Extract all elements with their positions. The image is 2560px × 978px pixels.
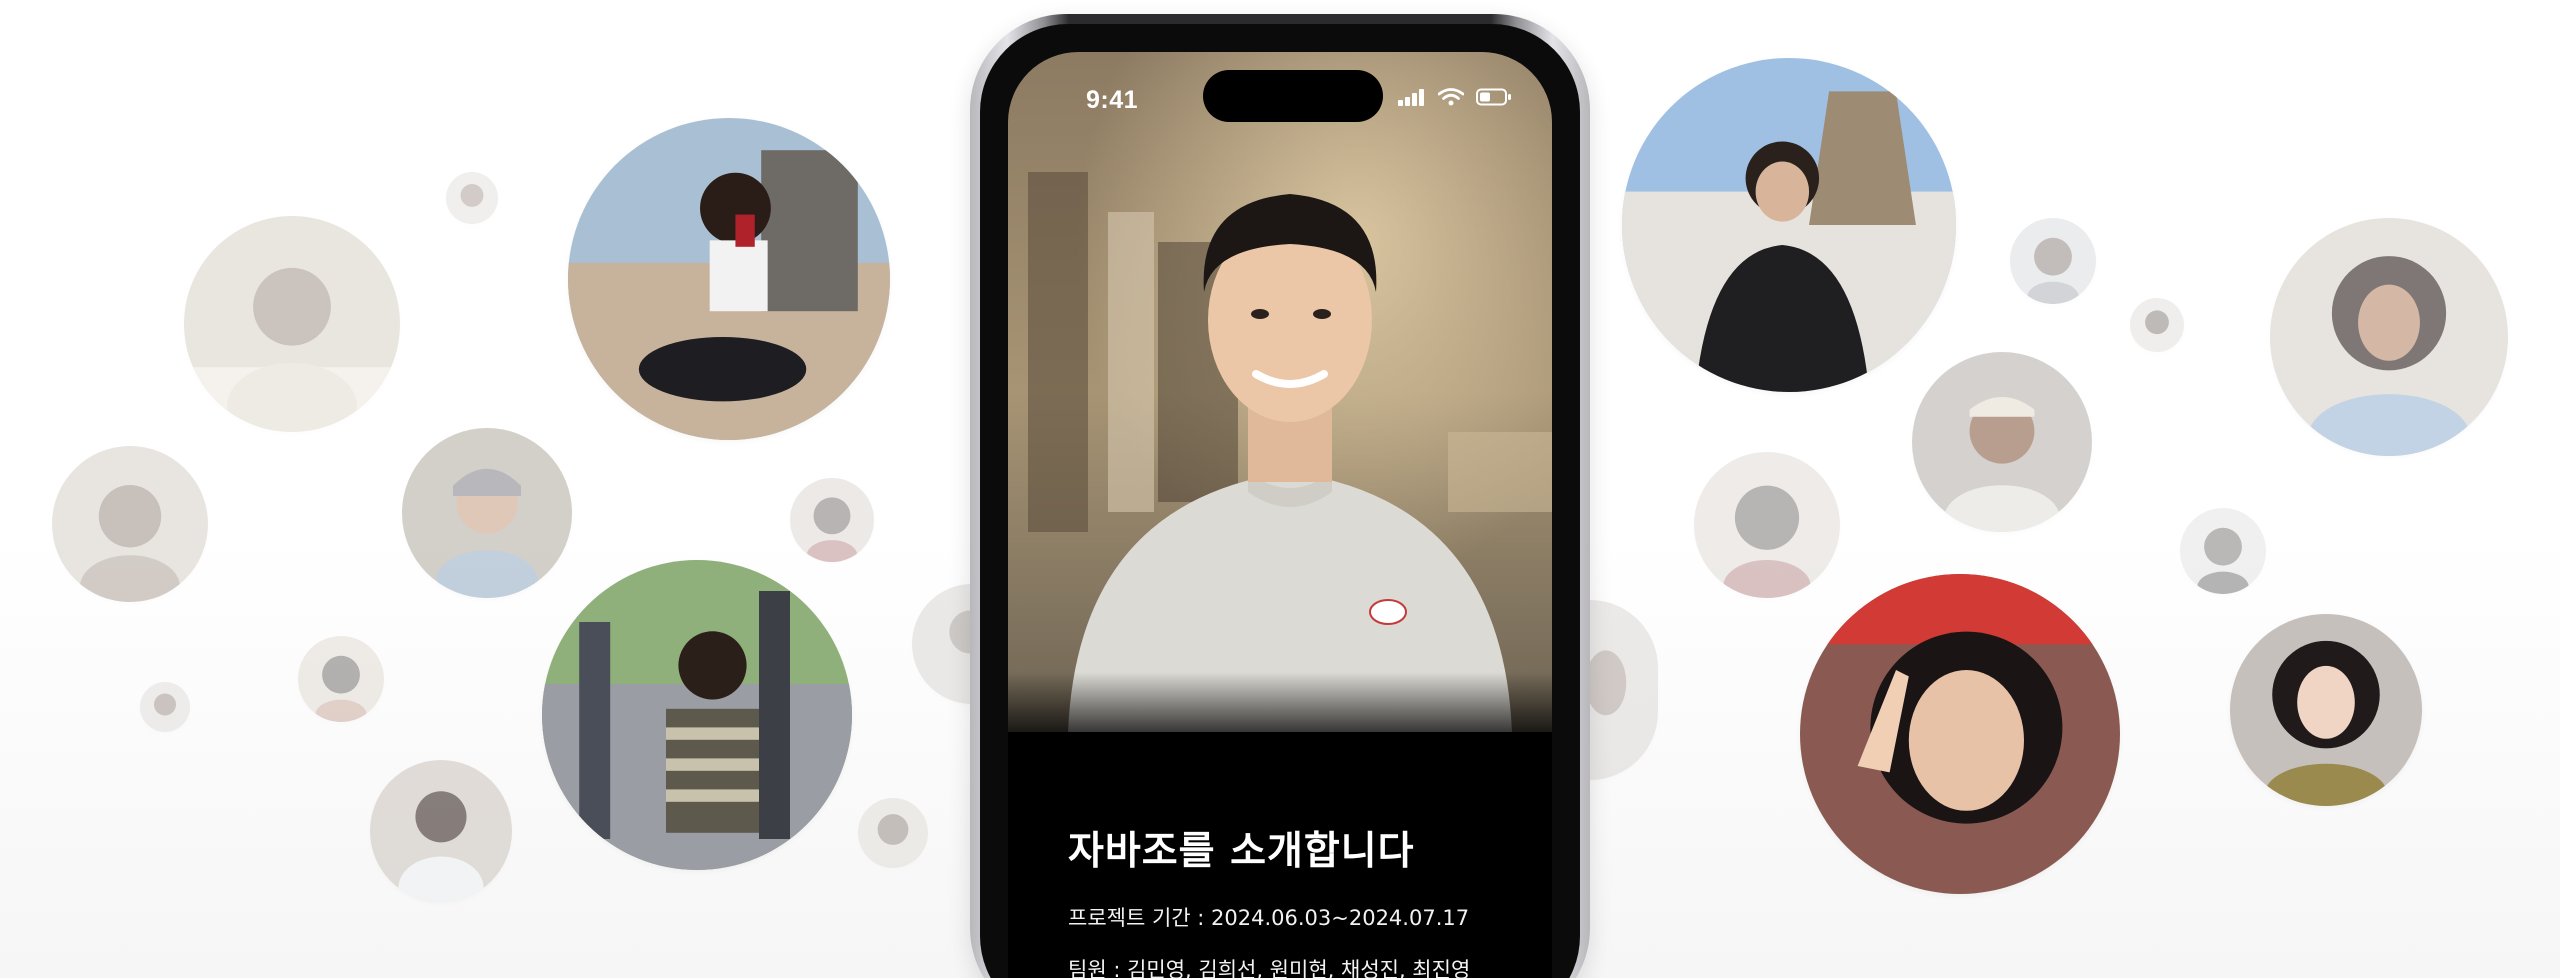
profile-photo [1008,52,1552,732]
avatar-bubble [542,560,852,870]
intro-title: 자바조를 소개합니다 [1068,829,1415,874]
avatar-bubble [1800,574,2120,894]
phone-frame: 9:41 자바조를 소개합니다 프로젝트 기간: 2024.06.03~202… [970,14,1590,978]
avatar-bubble [1590,600,1658,780]
battery-icon [1476,88,1512,106]
intro-card: 자바조를 소개합니다 프로젝트 기간 : 2024.06.03~2024.07.… [1068,820,1548,978]
phone-bezel: 9:41 자바조를 소개합니다 프로젝트 기간: 2024.06.03~202… [980,24,1580,978]
status-time: 9:41 [1086,86,1139,114]
avatar-bubble [1912,352,2092,532]
dynamic-island [1203,70,1383,122]
avatar-bubble [2270,218,2508,456]
status-icons [1398,88,1512,106]
avatar-bubble [184,216,400,432]
photo-gradient-overlay [1008,672,1552,752]
cellular-signal-icon [1398,88,1426,106]
phone-screen: 9:41 자바조를 소개합니다 프로젝트 기간: 2024.06.03~202… [1008,52,1552,978]
avatar-bubble [858,798,928,868]
avatar-bubble [140,682,190,732]
avatar-bubble [402,428,572,598]
avatar-bubble [790,478,874,562]
avatar-bubble [446,172,498,224]
stage: 9:41 자바조를 소개합니다 프로젝트 기간: 2024.06.03~202… [0,0,2560,978]
status-bar: 9:41 [1008,52,1552,122]
avatar-bubble [298,636,384,722]
avatar-bubble [568,118,890,440]
wifi-icon [1438,88,1464,106]
avatar-bubble [52,446,208,602]
team-members: 팀원 : 김민영, 김희선, 원미현, 채성진, 최진영 [1068,958,1471,978]
avatar-bubble [2230,614,2422,806]
project-period: 프로젝트 기간 : 2024.06.03~2024.07.17 [1068,906,1470,930]
avatar-bubble [2180,508,2266,594]
avatar-bubble [2010,218,2096,304]
avatar-bubble [370,760,512,902]
avatar-bubble [1694,452,1840,598]
avatar-bubble [1622,58,1956,392]
avatar-bubble [2130,298,2184,352]
